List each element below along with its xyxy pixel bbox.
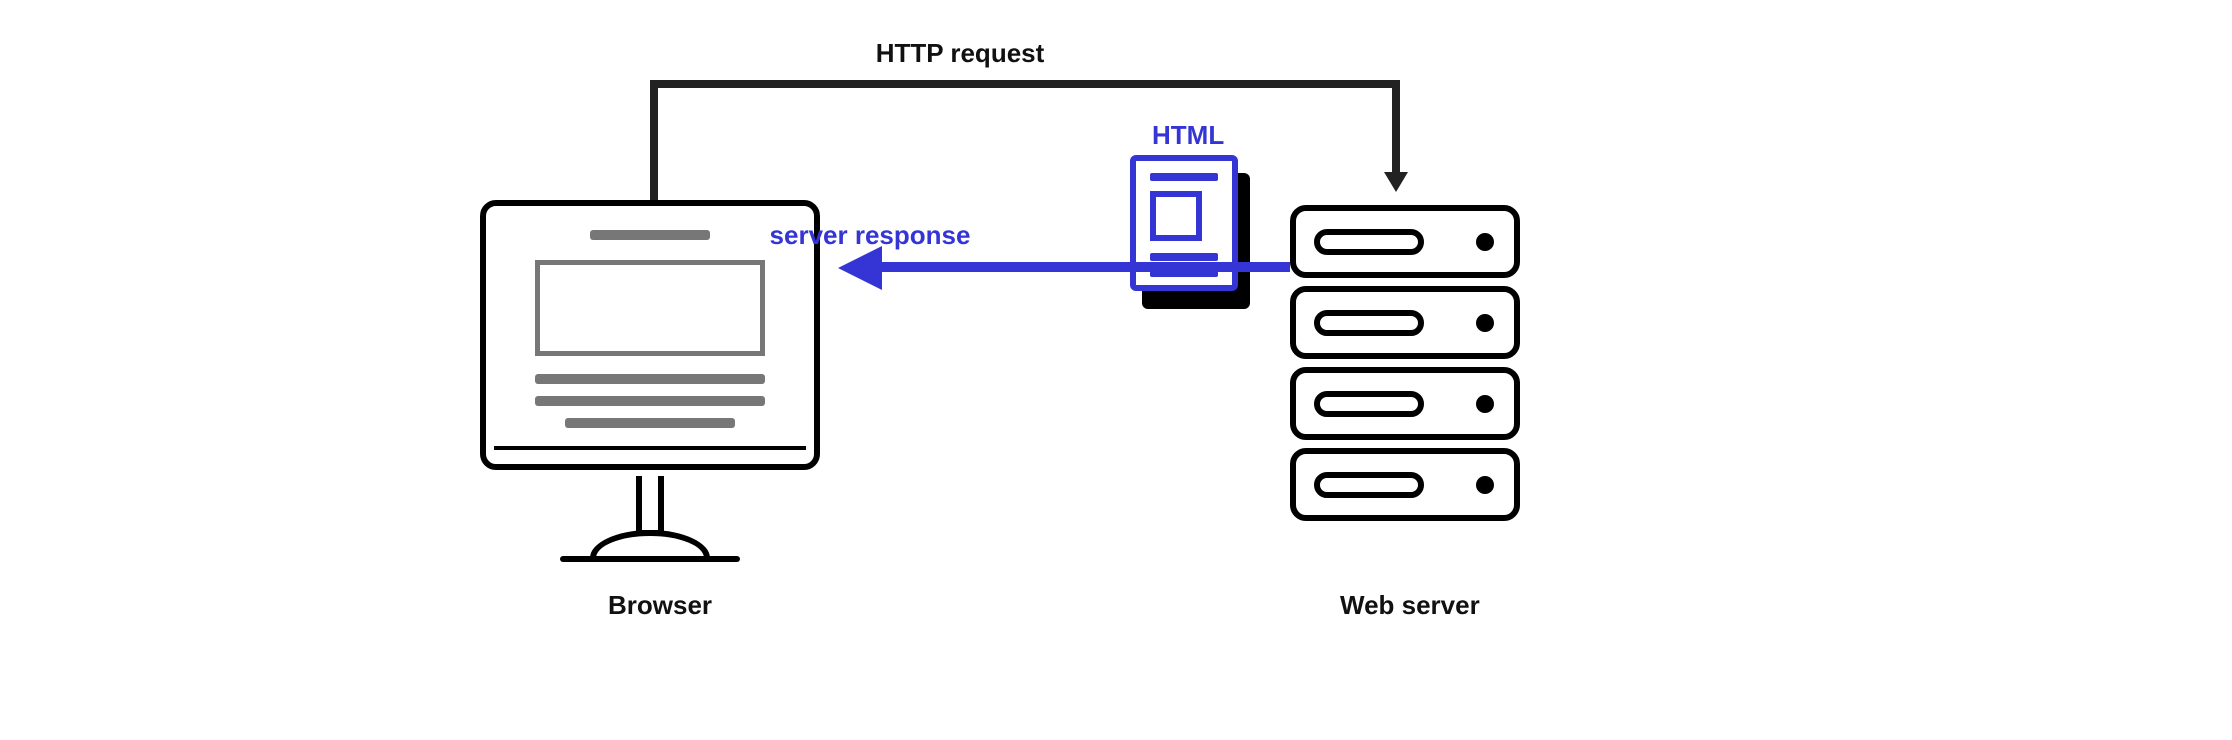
rack-led-icon [1476,476,1494,494]
monitor-text-line [565,418,735,428]
rack-slot [1314,310,1424,336]
doc-line [1150,173,1218,181]
monitor-bezel-line [494,446,806,450]
monitor-title-line [590,230,710,240]
monitor-text-line [535,396,765,406]
server-rack-unit [1290,367,1520,440]
server-response-label: server response [770,220,971,251]
html-label: HTML [1152,120,1224,151]
monitor-stand-line [560,556,740,562]
monitor-stand-base [590,530,710,558]
rack-slot [1314,472,1424,498]
web-server-icon [1290,205,1520,521]
rack-led-icon [1476,233,1494,251]
doc-image-box [1150,191,1202,241]
rack-led-icon [1476,395,1494,413]
diagram-stage: HTTP request server response HTML Browse… [0,0,2232,740]
rack-led-icon [1476,314,1494,332]
monitor-image-placeholder [535,260,765,356]
html-document-icon [1130,155,1240,295]
server-rack-unit [1290,448,1520,521]
doc-line [1150,253,1218,261]
monitor-stand-stem [636,476,664,536]
server-rack-unit [1290,286,1520,359]
http-request-label: HTTP request [876,38,1045,69]
rack-slot [1314,229,1424,255]
browser-label: Browser [608,590,712,621]
rack-slot [1314,391,1424,417]
server-rack-unit [1290,205,1520,278]
monitor-text-line [535,374,765,384]
web-server-label: Web server [1340,590,1480,621]
